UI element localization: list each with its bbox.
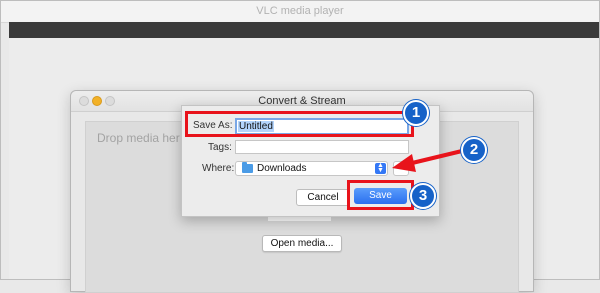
arrow-head [392, 154, 416, 172]
arrow-shaft [407, 149, 463, 166]
step-badge-2: 2 [461, 137, 487, 163]
step-badge-1: 1 [403, 100, 429, 126]
step-badge-3: 3 [410, 183, 436, 209]
annotation-arrow [392, 149, 463, 172]
